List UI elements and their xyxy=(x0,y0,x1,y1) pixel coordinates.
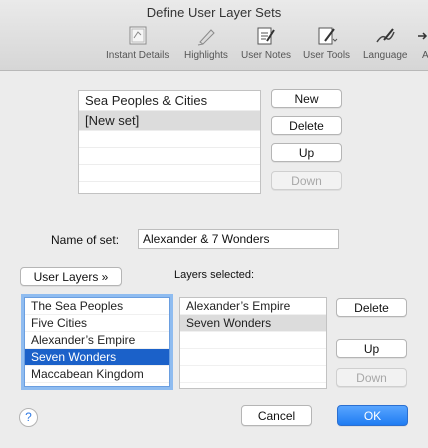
ok-button[interactable]: OK xyxy=(337,405,408,426)
name-of-set-label: Name of set: xyxy=(51,233,120,247)
list-item[interactable]: Seven Wonders xyxy=(25,349,169,366)
new-set-button[interactable]: New xyxy=(271,89,342,108)
list-item[interactable]: [New set] xyxy=(79,111,260,131)
list-item[interactable]: Maccabean Kingdom xyxy=(25,366,169,383)
list-item-empty xyxy=(79,148,260,165)
toolbar-language[interactable]: Language xyxy=(363,26,408,61)
title-bar: Define User Layer Sets Instant Details H… xyxy=(0,0,428,71)
layer-sets-list[interactable]: Sea Peoples & Cities [New set] xyxy=(78,90,261,194)
delete-layer-button[interactable]: Delete xyxy=(336,298,407,317)
list-item[interactable]: Alexander’s Empire xyxy=(180,298,326,315)
list-item[interactable]: Five Cities xyxy=(25,315,169,332)
list-item-empty xyxy=(79,131,260,148)
move-set-up-button[interactable]: Up xyxy=(271,143,342,162)
user-layers-button[interactable]: User Layers » xyxy=(20,267,122,286)
language-icon xyxy=(374,26,396,46)
list-item-empty xyxy=(79,165,260,182)
move-layer-up-button[interactable]: Up xyxy=(336,339,407,358)
move-set-down-button[interactable]: Down xyxy=(271,171,342,190)
instant-details-icon xyxy=(127,26,149,46)
window-title: Define User Layer Sets xyxy=(146,5,282,20)
toolbar-label: Ar xyxy=(422,50,428,61)
list-item-empty xyxy=(180,332,326,349)
toolbar-label: Language xyxy=(363,50,408,61)
toolbar-label: User Tools xyxy=(303,50,351,61)
cancel-button[interactable]: Cancel xyxy=(241,405,312,426)
list-item[interactable]: Sea Peoples & Cities xyxy=(79,91,260,111)
list-item-empty xyxy=(180,349,326,366)
name-of-set-input[interactable] xyxy=(138,229,339,249)
list-item[interactable]: The Sea Peoples xyxy=(25,298,169,315)
layers-selected-label: Layers selected: xyxy=(174,269,255,281)
toolbar-instant-details[interactable]: Instant Details xyxy=(106,26,169,61)
toolbar-user-tools[interactable]: User Tools xyxy=(303,26,350,61)
user-layers-list[interactable]: The Sea Peoples Five Cities Alexander’s … xyxy=(24,297,170,387)
user-notes-icon xyxy=(255,26,277,46)
layers-selected-list[interactable]: Alexander’s Empire Seven Wonders xyxy=(179,297,327,389)
help-button[interactable]: ? xyxy=(19,408,38,427)
list-item-empty xyxy=(180,366,326,383)
toolbar-label: User Notes xyxy=(241,50,292,61)
toolbar-more[interactable]: Ar xyxy=(416,26,428,61)
toolbar-highlights[interactable]: Highlights xyxy=(184,26,228,61)
move-layer-down-button[interactable]: Down xyxy=(336,368,407,387)
more-icon xyxy=(416,26,428,46)
toolbar-user-notes[interactable]: User Notes xyxy=(241,26,291,61)
highlighter-icon xyxy=(195,26,217,46)
toolbar-label: Instant Details xyxy=(106,50,170,61)
list-item[interactable]: Alexander’s Empire xyxy=(25,332,169,349)
delete-set-button[interactable]: Delete xyxy=(271,116,342,135)
list-item[interactable]: Seven Wonders xyxy=(180,315,326,332)
toolbar-label: Highlights xyxy=(184,50,228,61)
user-tools-icon xyxy=(316,26,338,46)
